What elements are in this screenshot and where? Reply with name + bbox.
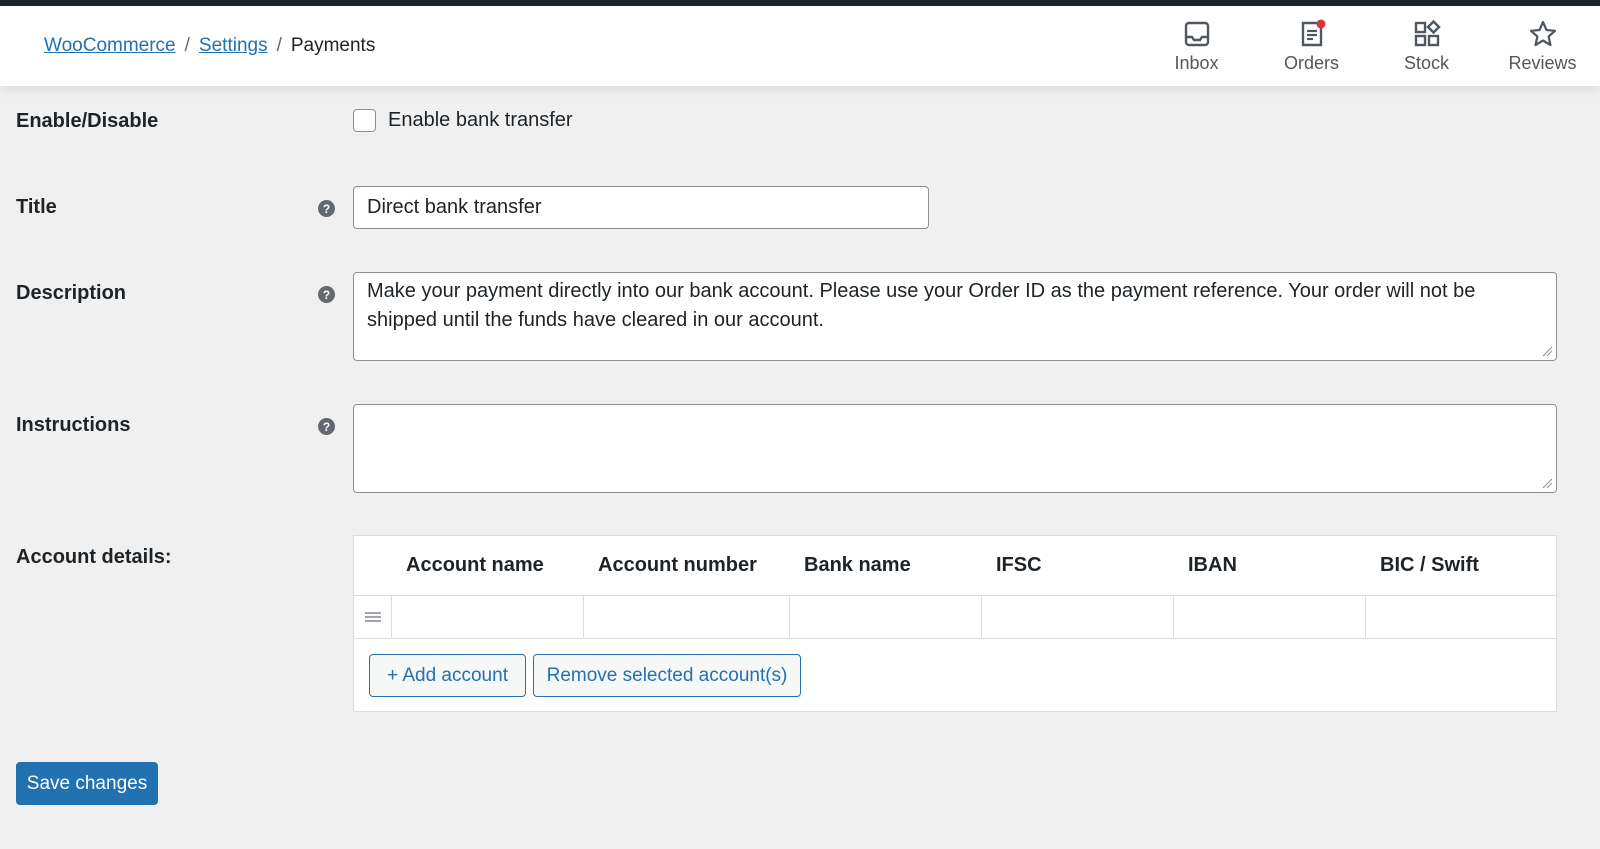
resize-handle-icon[interactable] [1542,346,1553,357]
table-body-divider [354,638,1556,639]
remove-selected-accounts-button[interactable]: Remove selected account(s) [533,654,801,697]
stock-icon [1414,19,1441,46]
breadcrumb: WooCommerce / Settings / Payments [44,6,375,86]
iban-cell[interactable] [1173,596,1365,638]
account-number-cell[interactable] [583,596,789,638]
bic-swift-cell[interactable] [1365,596,1556,638]
breadcrumb-separator: / [276,35,282,56]
breadcrumb-settings-link[interactable]: Settings [199,35,268,57]
drag-handle-icon[interactable] [365,611,381,623]
activity-inbox[interactable]: Inbox [1139,6,1254,86]
activity-orders[interactable]: Orders [1254,6,1369,86]
title-input[interactable] [353,186,929,229]
ifsc-cell[interactable] [981,596,1173,638]
title-label: Title [16,196,57,218]
header-bar: WooCommerce / Settings / Payments Inbox … [0,6,1600,86]
save-changes-button[interactable]: Save changes [16,762,158,805]
column-header-account-number: Account number [598,554,757,576]
star-icon [1529,20,1556,46]
orders-icon [1301,19,1325,46]
breadcrumb-woocommerce-link[interactable]: WooCommerce [44,35,176,57]
column-header-account-name: Account name [406,554,544,576]
instructions-label: Instructions [16,414,131,436]
resize-handle-icon[interactable] [1542,478,1553,489]
title-help-icon[interactable]: ? [318,200,335,217]
instructions-help-icon[interactable]: ? [318,418,335,435]
column-header-bank-name: Bank name [804,554,911,576]
enable-disable-label: Enable/Disable [16,110,159,132]
inbox-icon [1184,21,1209,46]
account-name-cell[interactable] [391,596,583,638]
activity-stock[interactable]: Stock [1369,6,1484,86]
column-header-bic-swift: BIC / Swift [1380,554,1479,576]
add-account-button[interactable]: + Add account [369,654,526,697]
breadcrumb-current: Payments [290,35,376,56]
description-help-icon[interactable]: ? [318,286,335,303]
bank-name-cell[interactable] [789,596,981,638]
activity-orders-label: Orders [1283,52,1339,73]
activity-stock-label: Stock [1403,52,1450,73]
activity-reviews-label: Reviews [1508,52,1577,73]
description-textarea[interactable]: Make your payment directly into our bank… [353,272,1557,361]
enable-bank-transfer-label[interactable]: Enable bank transfer [388,109,573,132]
column-header-iban: IBAN [1188,554,1237,576]
description-label: Description [16,282,127,304]
column-header-ifsc: IFSC [996,554,1042,576]
activity-inbox-label: Inbox [1174,52,1219,73]
breadcrumb-separator: / [184,35,190,56]
instructions-textarea[interactable] [353,404,1557,493]
account-details-label: Account details: [16,546,172,568]
account-details-table: Account name Account number Bank name IF… [353,535,1557,712]
enable-bank-transfer-checkbox[interactable] [353,109,376,132]
description-text: Make your payment directly into our bank… [367,280,1476,331]
activity-reviews[interactable]: Reviews [1485,6,1600,86]
